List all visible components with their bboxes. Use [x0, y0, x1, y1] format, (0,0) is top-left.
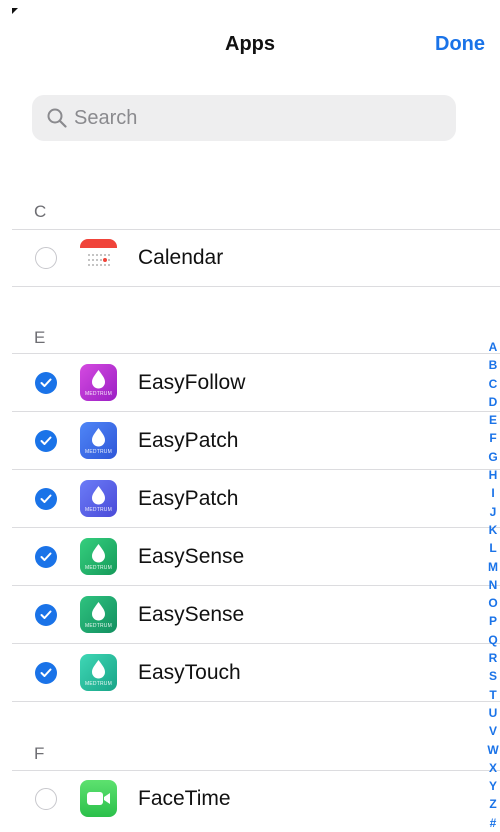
calendar-app-icon	[80, 239, 117, 276]
list-item-easytouch[interactable]: MEDTRUM EasyTouch	[0, 644, 500, 702]
app-label: EasySense	[138, 603, 245, 626]
section-header-e: E	[34, 328, 46, 347]
navigation-bar: Apps Done	[0, 25, 500, 65]
app-label: Calendar	[138, 246, 224, 269]
checkmark-icon[interactable]	[35, 430, 57, 452]
index-letter[interactable]: N	[486, 576, 500, 594]
index-letter[interactable]: G	[486, 448, 500, 466]
corner-mark	[12, 8, 18, 14]
index-letter[interactable]: #	[486, 814, 500, 832]
search-bar[interactable]	[32, 95, 456, 141]
unchecked-circle-icon[interactable]	[35, 247, 57, 269]
index-letter[interactable]: L	[486, 539, 500, 557]
index-letter[interactable]: V	[486, 722, 500, 740]
section-header-f: F	[34, 744, 45, 763]
list-item-easypatch[interactable]: MEDTRUM EasyPatch	[0, 412, 500, 470]
list-item-easyfollow[interactable]: MEDTRUM EasyFollow	[0, 354, 500, 412]
index-letter[interactable]: Y	[486, 777, 500, 795]
index-letter[interactable]: I	[486, 484, 500, 502]
app-label: EasyPatch	[138, 487, 239, 510]
index-letter[interactable]: F	[486, 429, 500, 447]
index-letter[interactable]: Z	[486, 795, 500, 813]
checkmark-icon[interactable]	[35, 662, 57, 684]
divider	[12, 701, 500, 702]
checkmark-icon[interactable]	[35, 372, 57, 394]
section-header-c: C	[34, 202, 47, 221]
easypatch-app-icon: MEDTRUM	[80, 422, 117, 459]
index-letter[interactable]: H	[486, 466, 500, 484]
list-item-facetime[interactable]: FaceTime	[0, 770, 488, 828]
unchecked-circle-icon[interactable]	[35, 788, 57, 810]
easyfollow-app-icon: MEDTRUM	[80, 364, 117, 401]
index-letter[interactable]: E	[486, 411, 500, 429]
done-button[interactable]: Done	[435, 33, 485, 56]
checkmark-icon[interactable]	[35, 604, 57, 626]
easytouch-app-icon: MEDTRUM	[80, 654, 117, 691]
divider	[12, 286, 500, 287]
page-title: Apps	[225, 33, 275, 55]
easysense-app-icon: MEDTRUM	[80, 538, 117, 575]
app-label: FaceTime	[138, 787, 231, 810]
index-letter[interactable]: A	[486, 338, 500, 356]
facetime-app-icon	[80, 780, 117, 817]
index-letter[interactable]: U	[486, 704, 500, 722]
index-letter[interactable]: R	[486, 649, 500, 667]
list-item-easysense[interactable]: MEDTRUM EasySense	[0, 528, 500, 586]
index-letter[interactable]: K	[486, 521, 500, 539]
index-letter[interactable]: T	[486, 686, 500, 704]
index-letter[interactable]: X	[486, 759, 500, 777]
checkmark-icon[interactable]	[35, 488, 57, 510]
index-letter[interactable]: Q	[486, 631, 500, 649]
index-letter[interactable]: O	[486, 594, 500, 612]
index-letter[interactable]: P	[486, 612, 500, 630]
checkmark-icon[interactable]	[35, 546, 57, 568]
list-item-easypatch[interactable]: MEDTRUM EasyPatch	[0, 470, 500, 528]
app-label: EasyTouch	[138, 661, 241, 684]
index-letter[interactable]: B	[486, 356, 500, 374]
index-letter[interactable]: C	[486, 375, 500, 393]
list-item-easysense[interactable]: MEDTRUM EasySense	[0, 586, 500, 644]
index-letter[interactable]: W	[486, 741, 500, 759]
app-label: EasyPatch	[138, 429, 239, 452]
list-item-calendar[interactable]: Calendar	[0, 229, 488, 287]
app-label: EasySense	[138, 545, 245, 568]
easypatch-app-icon: MEDTRUM	[80, 480, 117, 517]
index-letter[interactable]: D	[486, 393, 500, 411]
app-label: EasyFollow	[138, 371, 246, 394]
index-letter[interactable]: M	[486, 558, 500, 576]
index-letter[interactable]: J	[486, 503, 500, 521]
search-input[interactable]	[72, 105, 436, 131]
search-icon	[42, 103, 72, 133]
section-index[interactable]: A B C D E F G H I J K L M N O P Q R S T U V W X Y Z #	[486, 338, 500, 832]
index-letter[interactable]: S	[486, 667, 500, 685]
easysense-app-icon: MEDTRUM	[80, 596, 117, 633]
